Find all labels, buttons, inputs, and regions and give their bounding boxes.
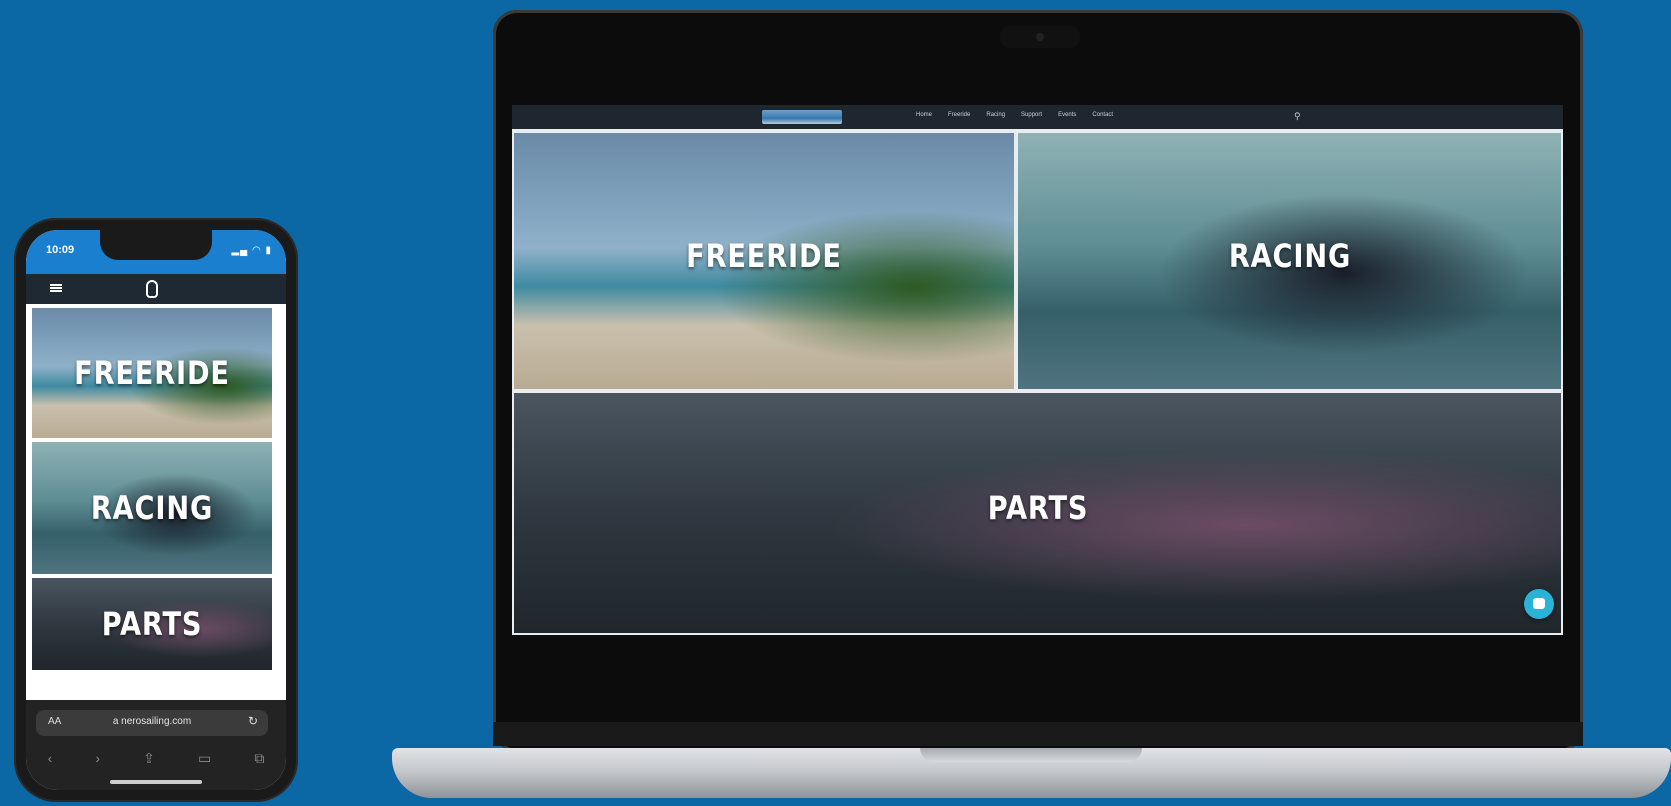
- phone-browser-toolbar: ‹ › ⇪ ▭ ⧉: [26, 746, 286, 770]
- phone-tile-freeride[interactable]: FREERIDE: [32, 308, 272, 438]
- laptop-tile-freeride-label: FREERIDE: [686, 236, 842, 275]
- laptop-tile-parts[interactable]: PARTS: [514, 393, 1561, 633]
- phone-tile-racing-label: RACING: [90, 489, 214, 527]
- home-indicator: [110, 780, 202, 784]
- laptop-tile-racing[interactable]: RACING: [1018, 133, 1561, 389]
- laptop-tile-parts-label: PARTS: [987, 489, 1088, 528]
- search-icon[interactable]: ⚲: [1294, 111, 1301, 122]
- forward-icon[interactable]: ›: [95, 750, 100, 766]
- reload-icon[interactable]: ↻: [248, 714, 258, 728]
- back-icon[interactable]: ‹: [48, 750, 53, 766]
- share-icon[interactable]: ⇪: [143, 750, 155, 767]
- phone-screen: 10:09 ▂▄ ◠ ▮ FREERIDE RACING PARTS AA a …: [26, 230, 286, 790]
- laptop-site-nav: Home Freeride Racing Support Events Cont…: [512, 105, 1563, 129]
- phone-url-text: a nerosailing.com: [112, 716, 192, 727]
- nav-links: Home Freeride Racing Support Events Cont…: [916, 112, 1113, 118]
- laptop-tile-racing-label: RACING: [1228, 236, 1351, 275]
- chat-bubble-icon[interactable]: [1524, 589, 1554, 619]
- site-logo[interactable]: [762, 110, 842, 124]
- nav-link-home[interactable]: Home: [916, 112, 932, 118]
- phone-browser-chrome: AA a nerosailing.com ↻ ‹ › ⇪ ▭ ⧉: [26, 700, 286, 790]
- site-logo-icon[interactable]: [146, 280, 158, 298]
- phone-notch: [100, 230, 212, 260]
- laptop-screen: Home Freeride Racing Support Events Cont…: [512, 105, 1563, 635]
- nav-link-support[interactable]: Support: [1021, 112, 1042, 118]
- nav-link-freeride[interactable]: Freeride: [948, 112, 970, 118]
- bookmarks-icon[interactable]: ▭: [198, 750, 211, 767]
- phone-tile-parts-label: PARTS: [101, 605, 203, 643]
- nav-link-contact[interactable]: Contact: [1092, 112, 1113, 118]
- camera-notch: [1000, 26, 1080, 48]
- phone-tile-racing[interactable]: RACING: [32, 442, 272, 574]
- phone-address-bar[interactable]: AA a nerosailing.com ↻: [36, 710, 268, 736]
- phone-site-content: FREERIDE RACING PARTS: [26, 304, 286, 700]
- phone-tile-freeride-label: FREERIDE: [74, 354, 230, 392]
- phone-status-time: 10:09: [46, 244, 75, 256]
- phone-mockup: 10:09 ▂▄ ◠ ▮ FREERIDE RACING PARTS AA a …: [14, 218, 298, 802]
- tabs-icon[interactable]: ⧉: [254, 750, 264, 767]
- laptop-bezel-bottom: [493, 722, 1583, 746]
- nav-link-events[interactable]: Events: [1058, 112, 1076, 118]
- phone-tile-parts[interactable]: PARTS: [32, 578, 272, 670]
- laptop-opening-notch: [920, 748, 1142, 762]
- laptop-tile-freeride[interactable]: FREERIDE: [514, 133, 1014, 389]
- nav-link-racing[interactable]: Racing: [986, 112, 1005, 118]
- hamburger-menu-icon[interactable]: [50, 284, 62, 292]
- phone-site-nav: [26, 274, 286, 304]
- phone-system-icons: ▂▄ ◠ ▮: [231, 245, 272, 256]
